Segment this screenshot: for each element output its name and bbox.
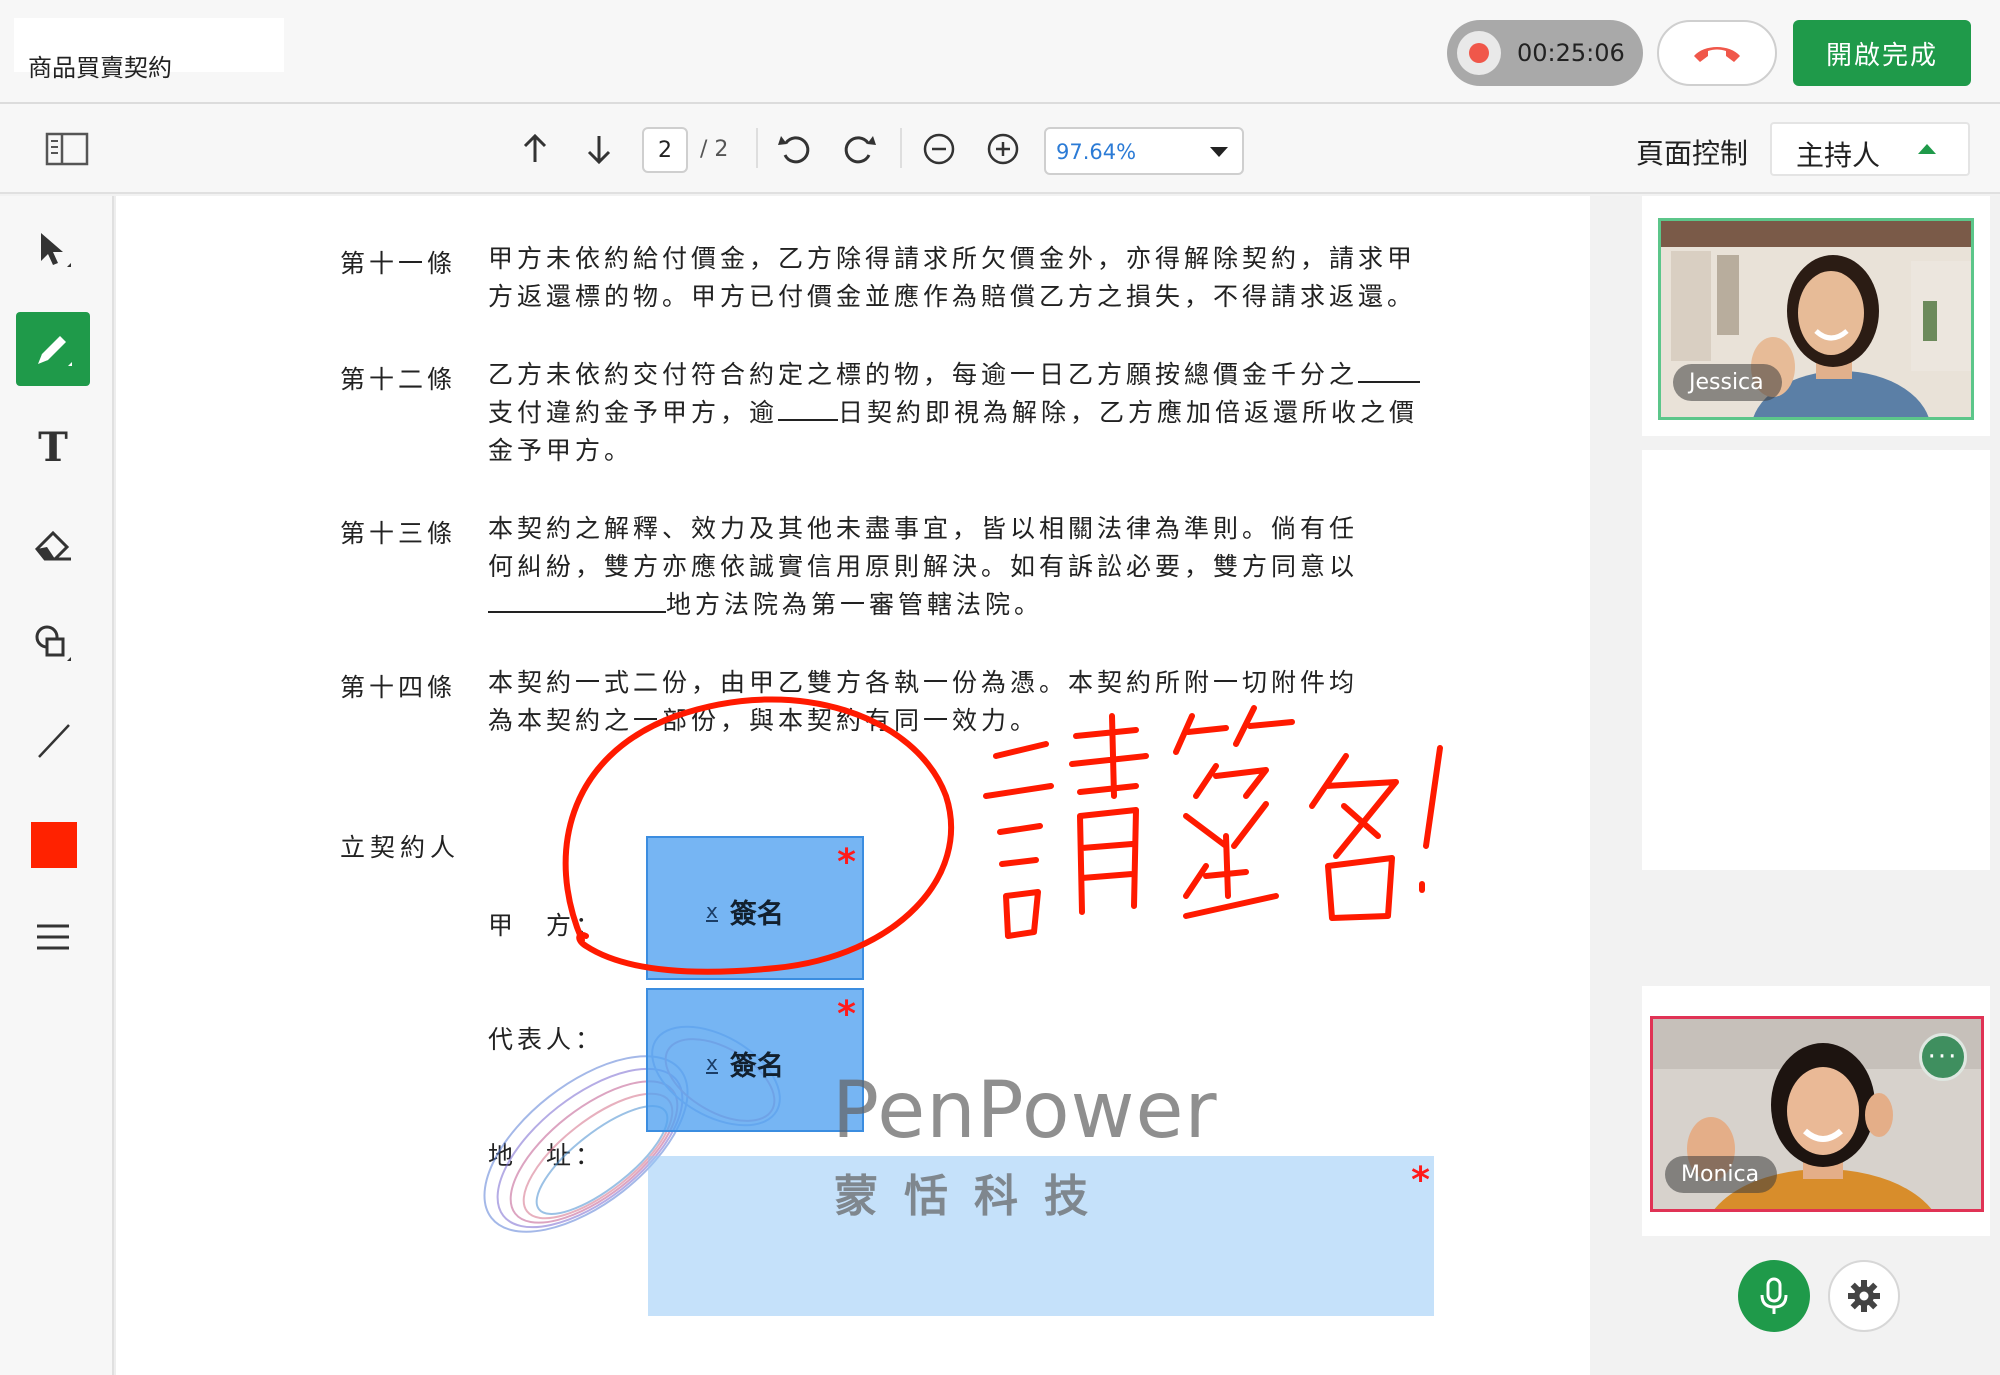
pointer-icon	[41, 233, 71, 267]
address-label: 地 址：	[488, 1141, 605, 1170]
pen-icon	[38, 336, 72, 366]
page-number-input[interactable]: 2	[642, 127, 688, 173]
app-header: 商品買賣契約 00:25:06 開啟完成	[0, 0, 2000, 104]
document-title: 商品買賣契約	[14, 18, 284, 82]
signature-label: 簽名	[729, 1051, 784, 1082]
rotate-left-icon[interactable]	[772, 126, 818, 172]
recording-indicator[interactable]: 00:25:06	[1447, 20, 1643, 86]
video-tile-monica[interactable]: ··· Monica	[1650, 1016, 1984, 1212]
required-mark: *	[837, 842, 856, 883]
role-selected: 主持人	[1796, 139, 1881, 172]
record-dot-icon	[1457, 31, 1501, 75]
hangup-button[interactable]	[1657, 20, 1777, 86]
settings-button[interactable]	[1828, 1260, 1900, 1332]
line-tool[interactable]	[16, 704, 90, 778]
more-options-button[interactable]: ···	[1919, 1033, 1967, 1081]
page-total: / 2	[700, 137, 729, 162]
recording-timer: 00:25:06	[1517, 39, 1625, 67]
microphone-icon	[1760, 1277, 1788, 1314]
article-label: 第十一條	[340, 249, 457, 278]
signature-label: 簽名	[729, 899, 784, 930]
required-mark: *	[1411, 1160, 1430, 1201]
video-slot	[1642, 620, 1990, 860]
eraser-tool[interactable]	[16, 508, 90, 582]
zoom-select[interactable]: 97.64%	[1044, 127, 1244, 175]
sign-x-icon: x	[706, 1050, 718, 1075]
required-mark: *	[837, 994, 856, 1035]
parties-title: 立契約人	[340, 833, 461, 862]
party-a-label: 甲 方：	[488, 911, 605, 940]
article-text: 乙方未依約交付符合約定之標的物，每逾一日乙方願按總價金千分之 支付違約金予甲方，…	[488, 360, 1421, 465]
arrow-down-icon[interactable]	[576, 126, 622, 172]
article-text: 本契約之解釋、效力及其他未盡事宜，皆以相關法律為準則。倘有任 何糾紛，雙方亦應依…	[488, 514, 1359, 619]
color-swatch[interactable]	[31, 822, 77, 868]
line-icon	[38, 724, 70, 758]
zoom-out-icon[interactable]	[916, 126, 962, 172]
document-viewer[interactable]: 第十一條 甲方未依約給付價金，乙方除得請求所欠價金外，亦得解除契約，請求甲 方返…	[114, 196, 1590, 1375]
signature-field-party-a[interactable]: * x 簽名	[646, 836, 864, 980]
toolbar-divider	[900, 128, 902, 168]
annotation-toolbar: T	[0, 196, 114, 1375]
sidebar-toggle-icon[interactable]	[44, 126, 90, 172]
participants-panel: Jessica ··· Monica	[1632, 196, 2000, 1375]
gear-icon	[1848, 1280, 1880, 1312]
menu-tool[interactable]	[16, 900, 90, 974]
article-text: 甲方未依約給付價金，乙方除得請求所欠價金外，亦得解除契約，請求甲 方返還標的物。…	[488, 244, 1417, 311]
page-control-label: 頁面控制	[1636, 137, 1749, 170]
document-page: 第十一條 甲方未依約給付價金，乙方除得請求所欠價金外，亦得解除契約，請求甲 方返…	[116, 196, 1590, 1375]
zoom-in-icon[interactable]	[980, 126, 1026, 172]
chevron-up-icon	[1918, 144, 1936, 154]
pen-tool[interactable]	[16, 312, 90, 386]
viewer-toolbar: 2 / 2 97.64% 頁面控制 主持人	[0, 104, 2000, 194]
shapes-icon	[35, 625, 71, 661]
microphone-button[interactable]	[1738, 1260, 1810, 1332]
chevron-down-icon	[1210, 147, 1228, 157]
pointer-tool[interactable]	[16, 214, 90, 288]
participant-name: Jessica	[1673, 364, 1782, 401]
article-label: 第十二條	[340, 365, 457, 394]
article-label: 第十四條	[340, 673, 457, 702]
watermark-brand: PenPower	[832, 1066, 1218, 1156]
sign-x-icon: x	[706, 898, 718, 923]
watermark-chinese: 蒙恬科技	[834, 1171, 1114, 1222]
text-icon[interactable]: T	[16, 410, 90, 484]
representative-label: 代表人：	[488, 1025, 605, 1054]
finish-button[interactable]: 開啟完成	[1793, 20, 1971, 86]
shapes-tool[interactable]	[16, 606, 90, 680]
article-text: 本契約一式二份，由甲乙雙方各執一份為憑。本契約所附一切附件均 為本契約之一部份，…	[488, 668, 1359, 735]
video-tile-jessica[interactable]: Jessica	[1658, 218, 1974, 420]
article-label: 第十三條	[340, 519, 457, 548]
toolbar-divider	[756, 128, 758, 168]
role-select[interactable]: 主持人	[1770, 122, 1970, 176]
participant-name: Monica	[1665, 1156, 1778, 1193]
hangup-icon	[1694, 47, 1740, 62]
rotate-right-icon[interactable]	[836, 126, 882, 172]
menu-icon	[37, 924, 69, 950]
zoom-value: 97.64%	[1056, 140, 1137, 164]
eraser-icon	[34, 530, 71, 561]
arrow-up-icon[interactable]	[512, 126, 558, 172]
